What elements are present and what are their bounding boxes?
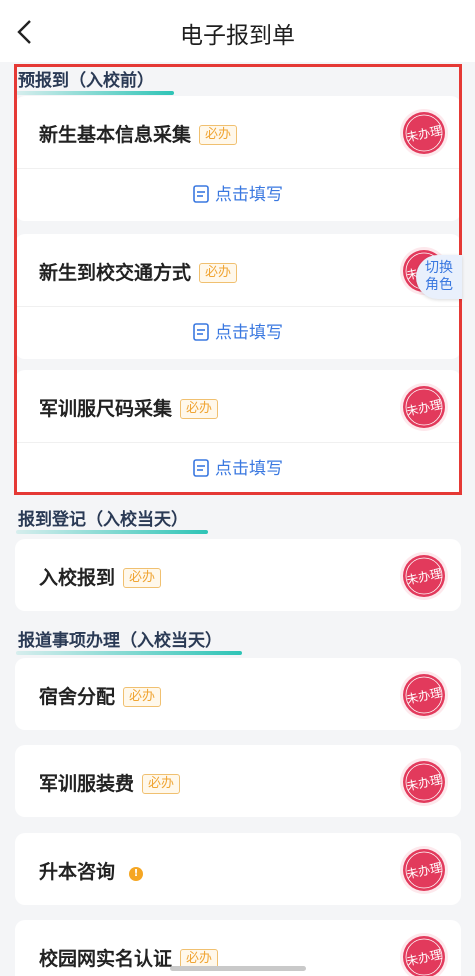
- task-name-wrap: 新生到校交通方式 必办: [39, 258, 238, 285]
- task-name: 军训服装费: [39, 773, 135, 795]
- task-name: 入校报到: [39, 567, 116, 589]
- document-icon: [193, 459, 209, 477]
- page-title: 电子报到单: [180, 23, 295, 49]
- task-name: 升本咨询: [39, 861, 116, 883]
- task-row[interactable]: 升本咨询! 未办理: [15, 833, 461, 905]
- task-row[interactable]: 新生到校交通方式必办 未办理: [15, 234, 461, 306]
- section-underline: [16, 91, 174, 95]
- task-name-wrap: 升本咨询!: [39, 857, 144, 884]
- task-name-wrap: 军训服装费 必办: [39, 769, 181, 796]
- required-tag: 必办: [142, 774, 181, 794]
- task-name-wrap: 新生基本信息采集 必办: [39, 120, 238, 147]
- not-processed-stamp-icon: 未办理: [400, 552, 448, 600]
- required-tag: 必办: [123, 568, 162, 588]
- task-card-check-in[interactable]: 入校报到 必办 未办理: [15, 539, 461, 611]
- info-icon: !: [129, 867, 144, 881]
- task-row[interactable]: 新生基本信息采集 必办 未办理: [15, 96, 461, 168]
- task-card-uniform-fee[interactable]: 军训服装费 必办 未办理: [15, 745, 461, 817]
- task-card-uniform-size[interactable]: 军训服尺码采集 必办 未办理 点击填写: [15, 370, 461, 495]
- task-name-wrap: 军训服尺码采集 必办: [39, 394, 219, 421]
- task-name: 军训服尺码采集: [39, 398, 173, 420]
- section-underline: [16, 530, 208, 534]
- section-title-text: 预报到（入校前）: [18, 71, 154, 91]
- task-name: 新生基本信息采集: [39, 124, 192, 146]
- section-title-affairs: 报道事项办理（入校当天）: [16, 626, 242, 655]
- section-title-text: 报道事项办理（入校当天）: [18, 631, 222, 651]
- task-row[interactable]: 宿舍分配 必办 未办理: [15, 658, 461, 730]
- switch-role-line1: 切换: [425, 260, 453, 276]
- task-card-basic-info[interactable]: 新生基本信息采集 必办 未办理 点击填写: [15, 96, 461, 221]
- section-title-text: 报到登记（入校当天）: [18, 510, 188, 530]
- document-icon: [193, 323, 209, 341]
- task-row[interactable]: 军训服装费 必办 未办理: [15, 745, 461, 817]
- not-processed-stamp-icon: 未办理: [400, 383, 448, 431]
- fill-in-label: 点击填写: [215, 323, 283, 343]
- task-row[interactable]: 入校报到 必办 未办理: [15, 539, 461, 611]
- required-tag: 必办: [180, 399, 219, 419]
- fill-in-button[interactable]: 点击填写: [15, 443, 461, 495]
- task-card-upgrade-consult[interactable]: 升本咨询! 未办理: [15, 833, 461, 905]
- required-tag: 必办: [123, 687, 162, 707]
- task-name: 校园网实名认证: [39, 948, 173, 970]
- home-indicator[interactable]: [170, 966, 306, 971]
- section-underline: [16, 651, 242, 655]
- section-title-pre-registration: 预报到（入校前）: [16, 66, 174, 95]
- not-processed-stamp-icon: 未办理: [400, 109, 448, 157]
- not-processed-stamp-icon: 未办理: [400, 846, 448, 894]
- task-row[interactable]: 军训服尺码采集 必办 未办理: [15, 370, 461, 442]
- not-processed-stamp-icon: 未办理: [400, 758, 448, 806]
- required-tag: 必办: [199, 125, 238, 145]
- section-title-registration: 报到登记（入校当天）: [16, 505, 208, 534]
- switch-role-button[interactable]: 切换 角色: [416, 255, 462, 299]
- fill-in-button[interactable]: 点击填写: [15, 307, 461, 359]
- task-card-dormitory[interactable]: 宿舍分配 必办 未办理: [15, 658, 461, 730]
- nav-bar: 电子报到单: [0, 0, 475, 62]
- not-processed-stamp-icon: 未办理: [400, 933, 448, 976]
- task-name: 新生到校交通方式: [39, 262, 192, 284]
- task-card-transport[interactable]: 新生到校交通方式必办 未办理 点击填写: [15, 234, 461, 359]
- required-tag: 必办: [199, 263, 238, 283]
- fill-in-label: 点击填写: [215, 185, 283, 205]
- task-name-wrap: 入校报到 必办: [39, 563, 162, 590]
- fill-in-button[interactable]: 点击填写: [15, 169, 461, 221]
- switch-role-line2: 角色: [425, 277, 453, 293]
- task-name-wrap: 宿舍分配 必办: [39, 682, 162, 709]
- document-icon: [193, 185, 209, 203]
- fill-in-label: 点击填写: [215, 459, 283, 479]
- not-processed-stamp-icon: 未办理: [400, 671, 448, 719]
- task-name: 宿舍分配: [39, 686, 116, 708]
